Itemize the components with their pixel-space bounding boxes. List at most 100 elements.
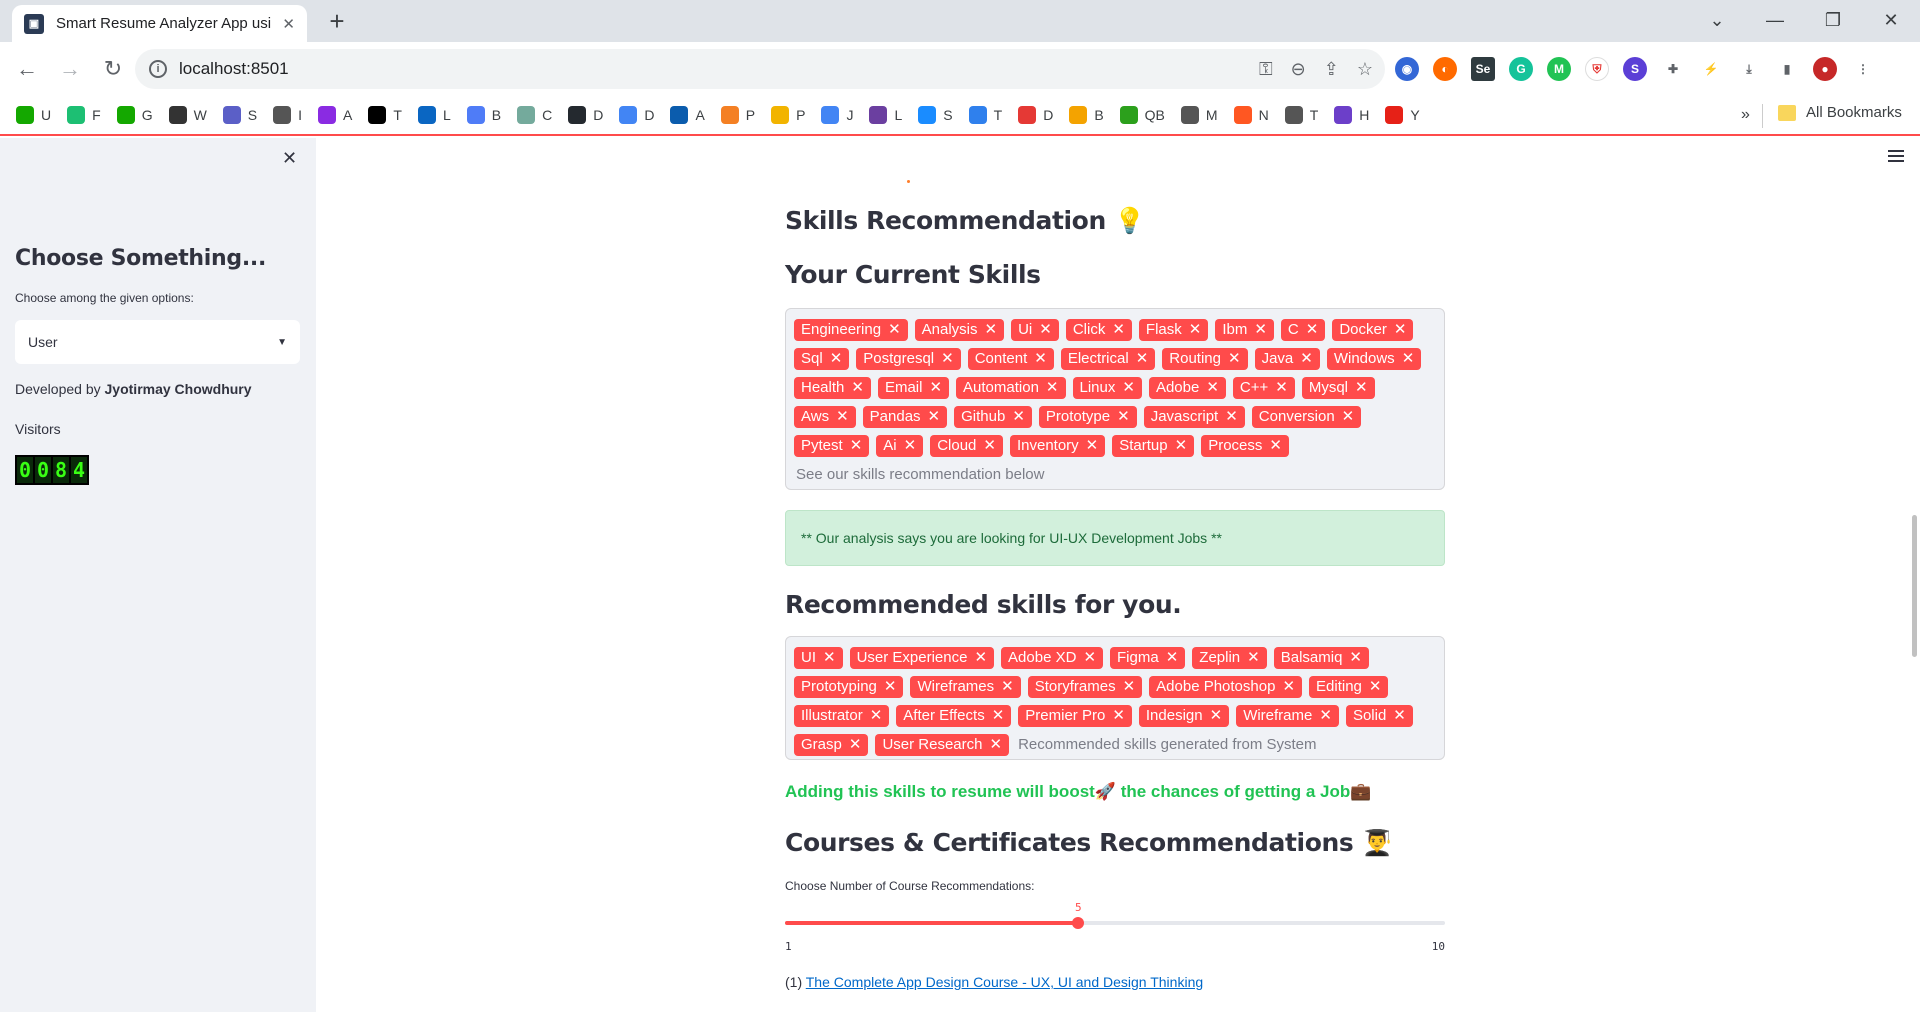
skill-tag[interactable]: Inventory ✕ xyxy=(1009,435,1106,457)
skill-tag[interactable]: Health ✕ xyxy=(794,377,871,399)
skill-tag[interactable]: Routing ✕ xyxy=(1162,348,1248,370)
back-arrow-icon[interactable]: ← xyxy=(11,53,43,85)
bookmark-item[interactable]: A xyxy=(318,106,352,124)
extension-2-icon[interactable]: ◐ xyxy=(1433,57,1457,81)
remove-tag-icon[interactable]: ✕ xyxy=(904,435,917,457)
remove-tag-icon[interactable]: ✕ xyxy=(884,676,897,698)
slider-thumb[interactable] xyxy=(1072,917,1084,929)
extension-s-icon[interactable]: S xyxy=(1623,57,1647,81)
bookmark-item[interactable]: I xyxy=(273,106,302,124)
skill-tag[interactable]: Pandas ✕ xyxy=(862,406,948,428)
bookmark-item[interactable]: U xyxy=(16,106,51,124)
skill-tag[interactable]: C++ ✕ xyxy=(1232,377,1295,399)
url-text[interactable]: localhost:8501 xyxy=(179,59,289,79)
skill-tag[interactable]: Balsamiq ✕ xyxy=(1273,647,1369,669)
restore-button[interactable]: ❐ xyxy=(1804,0,1862,40)
bookmark-item[interactable]: J xyxy=(821,106,853,124)
bookmark-item[interactable]: P xyxy=(771,106,805,124)
skill-tag[interactable]: Javascript ✕ xyxy=(1143,406,1245,428)
remove-tag-icon[interactable]: ✕ xyxy=(836,406,849,428)
skill-tag[interactable]: Solid ✕ xyxy=(1345,705,1413,727)
selenium-icon[interactable]: Se xyxy=(1471,57,1495,81)
remove-tag-icon[interactable]: ✕ xyxy=(1319,705,1332,727)
remove-tag-icon[interactable]: ✕ xyxy=(870,705,883,727)
remove-tag-icon[interactable]: ✕ xyxy=(1394,319,1407,341)
remove-tag-icon[interactable]: ✕ xyxy=(1282,676,1295,698)
bookmark-item[interactable]: F xyxy=(67,106,101,124)
remove-tag-icon[interactable]: ✕ xyxy=(849,734,862,756)
remove-tag-icon[interactable]: ✕ xyxy=(992,705,1005,727)
skill-tag[interactable]: Process ✕ xyxy=(1201,435,1289,457)
remove-tag-icon[interactable]: ✕ xyxy=(929,377,942,399)
remove-tag-icon[interactable]: ✕ xyxy=(1369,676,1382,698)
skill-tag[interactable]: Editing ✕ xyxy=(1309,676,1389,698)
extension-1-icon[interactable]: ◉ xyxy=(1395,57,1419,81)
grammarly-icon[interactable]: G xyxy=(1509,57,1533,81)
recommended-skills-placeholder[interactable]: Recommended skills generated from System xyxy=(1018,734,1316,756)
zoom-icon[interactable]: ⊖ xyxy=(1291,59,1306,80)
bookmark-item[interactable]: S xyxy=(222,106,257,124)
remove-tag-icon[interactable]: ✕ xyxy=(823,647,836,669)
skill-tag[interactable]: Ui ✕ xyxy=(1011,319,1059,341)
skill-tag[interactable]: Figma ✕ xyxy=(1110,647,1186,669)
remove-tag-icon[interactable]: ✕ xyxy=(1112,705,1125,727)
reload-icon[interactable]: ↻ xyxy=(97,53,129,85)
bookmark-item[interactable]: T xyxy=(368,106,402,124)
remove-tag-icon[interactable]: ✕ xyxy=(1166,647,1179,669)
remove-tag-icon[interactable]: ✕ xyxy=(851,377,864,399)
close-window-button[interactable]: ✕ xyxy=(1862,0,1920,40)
skill-tag[interactable]: Adobe XD ✕ xyxy=(1001,647,1104,669)
browser-tab-active[interactable]: ▣ Smart Resume Analyzer App usi ✕ xyxy=(12,5,307,42)
key-icon[interactable]: ⚿ xyxy=(1259,59,1273,80)
extensions-puzzle-icon[interactable]: ✚ xyxy=(1661,57,1685,81)
address-bar[interactable]: i localhost:8501 ⚿ ⊖ ⇪ ☆ xyxy=(135,49,1385,89)
skill-tag[interactable]: Adobe Photoshop ✕ xyxy=(1149,676,1303,698)
skill-tag[interactable]: Conversion ✕ xyxy=(1251,406,1362,428)
remove-tag-icon[interactable]: ✕ xyxy=(1269,435,1282,457)
bookmarks-overflow-button[interactable]: » xyxy=(1741,106,1750,124)
close-sidebar-icon[interactable]: ✕ xyxy=(282,148,297,169)
bookmark-item[interactable]: D xyxy=(619,106,654,124)
bookmark-item[interactable]: N xyxy=(1233,106,1269,124)
remove-tag-icon[interactable]: ✕ xyxy=(1046,377,1059,399)
remove-tag-icon[interactable]: ✕ xyxy=(850,435,863,457)
extension-shield-icon[interactable]: ⛨ xyxy=(1585,57,1609,81)
skill-tag[interactable]: Ibm ✕ xyxy=(1215,319,1274,341)
share-icon[interactable]: ⇪ xyxy=(1324,59,1339,80)
bookmark-item[interactable]: L xyxy=(869,106,902,124)
remove-tag-icon[interactable]: ✕ xyxy=(1112,319,1125,341)
skill-tag[interactable]: Grasp ✕ xyxy=(794,734,869,756)
minimize-button[interactable]: — xyxy=(1746,0,1804,40)
remove-tag-icon[interactable]: ✕ xyxy=(1393,705,1406,727)
bookmark-item[interactable]: M xyxy=(1180,106,1218,124)
remove-tag-icon[interactable]: ✕ xyxy=(888,319,901,341)
all-bookmarks-button[interactable]: All Bookmarks xyxy=(1778,104,1902,121)
remove-tag-icon[interactable]: ✕ xyxy=(1175,435,1188,457)
tab-search-icon[interactable]: ⌄ xyxy=(1688,0,1746,40)
bookmark-item[interactable]: D xyxy=(1018,106,1053,124)
remove-tag-icon[interactable]: ✕ xyxy=(974,647,987,669)
skill-tag[interactable]: C ✕ xyxy=(1280,319,1326,341)
skill-tag[interactable]: Adobe ✕ xyxy=(1148,377,1226,399)
skill-tag[interactable]: Engineering ✕ xyxy=(794,319,908,341)
skill-tag[interactable]: Storyframes ✕ xyxy=(1027,676,1143,698)
skill-tag[interactable]: Prototyping ✕ xyxy=(794,676,904,698)
skill-tag[interactable]: User Research ✕ xyxy=(875,734,1010,756)
remove-tag-icon[interactable]: ✕ xyxy=(928,406,941,428)
skill-tag[interactable]: Github ✕ xyxy=(954,406,1032,428)
skill-tag[interactable]: Content ✕ xyxy=(967,348,1054,370)
skill-tag[interactable]: Email ✕ xyxy=(877,377,950,399)
tab-close-icon[interactable]: ✕ xyxy=(282,15,295,33)
remove-tag-icon[interactable]: ✕ xyxy=(1349,647,1362,669)
side-panel-icon[interactable]: ▮ xyxy=(1775,57,1799,81)
remove-tag-icon[interactable]: ✕ xyxy=(1189,319,1202,341)
skill-tag[interactable]: Illustrator ✕ xyxy=(794,705,890,727)
bookmark-item[interactable]: W xyxy=(168,106,207,124)
remove-tag-icon[interactable]: ✕ xyxy=(989,734,1002,756)
bookmark-item[interactable]: D xyxy=(568,106,603,124)
skill-tag[interactable]: Aws ✕ xyxy=(794,406,856,428)
current-skills-multiselect[interactable]: Engineering ✕ Analysis ✕ Ui ✕ Click ✕ Flask ✕ Ibm ✕… xyxy=(785,308,1445,490)
profile-avatar[interactable]: ● xyxy=(1813,57,1837,81)
performance-icon[interactable]: ⚡ xyxy=(1699,57,1723,81)
remove-tag-icon[interactable]: ✕ xyxy=(1210,705,1223,727)
